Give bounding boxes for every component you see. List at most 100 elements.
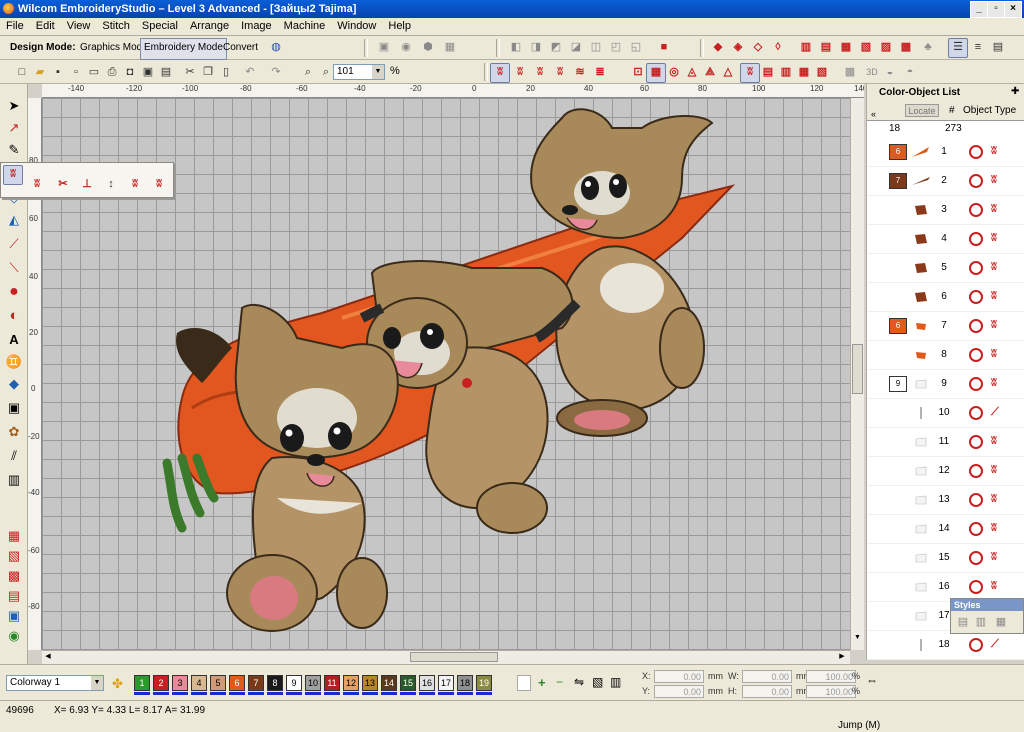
zoom-dropdown[interactable]: 101 ▼ — [333, 64, 385, 80]
menu-view[interactable]: View — [61, 18, 97, 35]
object-row[interactable]: 6 1 ʬ — [867, 137, 1024, 167]
print-icon[interactable]: ⎙ — [102, 63, 122, 83]
color-swatch[interactable]: 9 — [889, 376, 907, 392]
embroidery-mode-button[interactable]: Embroidery Mode — [140, 38, 227, 60]
paste-icon[interactable]: ▯ — [216, 63, 236, 83]
object-row[interactable]: 8ʬ — [867, 340, 1024, 370]
table-icon-4[interactable]: ▧ — [856, 38, 876, 58]
object-row[interactable]: 15 ʬ — [867, 543, 1024, 573]
menu-window[interactable]: Window — [331, 18, 382, 35]
stitch-icon-6[interactable]: ≣ — [590, 63, 610, 83]
list-view-icon[interactable]: ☰ — [948, 38, 968, 58]
color-blocks-icon[interactable]: ■ — [654, 38, 674, 58]
x-field[interactable]: 0.00 — [654, 670, 704, 683]
object-row[interactable]: 6ʬ — [867, 282, 1024, 312]
style-icon-3[interactable]: ▦ — [991, 613, 1011, 633]
add-color-icon[interactable]: + — [538, 675, 546, 690]
color-swatch[interactable]: 6 — [889, 144, 907, 160]
palette-color[interactable]: 6 — [229, 675, 245, 691]
stitch-density-icon[interactable]: ʬ — [149, 175, 169, 195]
applique-icon[interactable]: ▣ — [4, 398, 24, 418]
palette-icon[interactable]: ✤ — [112, 676, 123, 692]
palette-color[interactable]: 18 — [457, 675, 473, 691]
object-row[interactable]: 11 ʬ — [867, 427, 1024, 457]
grid-icon[interactable]: ▦ — [440, 38, 460, 58]
arrange-icon-6[interactable]: ◰ — [606, 38, 626, 58]
machine-view-icon[interactable]: ◓ — [900, 63, 920, 83]
menu-edit[interactable]: Edit — [30, 18, 61, 35]
pin-icon[interactable]: ✚ — [1011, 86, 1019, 97]
arrange-icon-5[interactable]: ◫ — [586, 38, 606, 58]
menu-machine[interactable]: Machine — [278, 18, 332, 35]
lock-proportions-icon[interactable]: ⇔ — [866, 673, 878, 687]
freehand-stitch-icon[interactable]: ʬ — [3, 165, 23, 185]
pen-icon[interactable]: ✎ — [4, 140, 24, 160]
scissors-icon[interactable]: ✂ — [53, 175, 73, 195]
new-file-icon[interactable]: □ — [12, 63, 32, 83]
hexagon-icon[interactable]: ⬢ — [418, 38, 438, 58]
thumbnail-view-icon[interactable]: ▤ — [988, 38, 1008, 58]
seq-icon-5[interactable]: ▣ — [4, 606, 24, 626]
style-icon-2[interactable]: ▥ — [971, 613, 991, 633]
object-row[interactable]: 13 ʬ — [867, 485, 1024, 515]
circle-tool-icon[interactable]: ● — [4, 282, 24, 302]
arrange-icon-2[interactable]: ◨ — [526, 38, 546, 58]
fill-icon-3[interactable]: ◇ — [748, 38, 768, 58]
sequin-icon[interactable]: ⫽ — [4, 446, 24, 466]
redo-icon[interactable]: ↷ — [266, 63, 286, 83]
close-button[interactable]: × — [1004, 1, 1022, 18]
motif-icon[interactable]: ✿ — [4, 422, 24, 442]
palette-color[interactable]: 19 — [476, 675, 492, 691]
outline-icon-2[interactable]: ▦ — [646, 63, 666, 83]
view-icon-6[interactable]: ▩ — [840, 63, 860, 83]
tree-icon[interactable]: ♣ — [918, 38, 938, 58]
menu-help[interactable]: Help — [382, 18, 417, 35]
scroll-thumb[interactable] — [852, 344, 863, 394]
object-row[interactable]: 4ʬ — [867, 224, 1024, 254]
palette-color[interactable]: 7 — [248, 675, 264, 691]
menu-file[interactable]: File — [0, 18, 30, 35]
color-list-icon[interactable]: ▥ — [610, 675, 621, 689]
menu-image[interactable]: Image — [235, 18, 278, 35]
object-row[interactable]: 3ʬ — [867, 195, 1024, 225]
palette-color[interactable]: 1 — [134, 675, 150, 691]
fill-icon-4[interactable]: ◊ — [768, 38, 788, 58]
fill-icon-2[interactable]: ◈ — [728, 38, 748, 58]
3d-view-icon[interactable]: 3D — [862, 63, 882, 83]
cut-icon[interactable]: ✂ — [180, 63, 200, 83]
view-icon-3[interactable]: ▥ — [776, 63, 796, 83]
save-icon[interactable]: ▪ — [48, 63, 68, 83]
fill-tool-icon[interactable]: ◭ — [4, 210, 24, 230]
arrange-icon-3[interactable]: ◩ — [546, 38, 566, 58]
outline-icon-1[interactable]: ⊡ — [628, 63, 648, 83]
table-icon-6[interactable]: ▩ — [896, 38, 916, 58]
seq-icon-3[interactable]: ▩ — [4, 566, 24, 586]
scroll-right-icon[interactable]: ▶ — [836, 652, 848, 663]
stitch-edit-icon[interactable]: ʬ — [27, 175, 47, 195]
table-icon-2[interactable]: ▤ — [816, 38, 836, 58]
split-stitch-icon[interactable]: ʬ — [125, 175, 145, 195]
object-row[interactable]: 12 ʬ — [867, 456, 1024, 486]
palette-empty-slot[interactable] — [517, 675, 531, 691]
seq-icon-1[interactable]: ▦ — [4, 526, 24, 546]
export-icon[interactable]: ▤ — [156, 63, 176, 83]
line-tool-icon[interactable]: ⟋ — [4, 234, 24, 254]
table-icon-3[interactable]: ▦ — [836, 38, 856, 58]
details-view-icon[interactable]: ≡ — [968, 38, 988, 58]
object-row[interactable]: 14 ʬ — [867, 514, 1024, 544]
palette-color[interactable]: 14 — [381, 675, 397, 691]
height-percent-field[interactable]: 100.00 — [806, 685, 856, 698]
palette-color[interactable]: 13 — [362, 675, 378, 691]
y-field[interactable]: 0.00 — [654, 685, 704, 698]
stitch-icon-1[interactable]: ʬ — [490, 63, 510, 83]
palette-color[interactable]: 12 — [343, 675, 359, 691]
stitch-icon-2[interactable]: ʬ — [510, 63, 530, 83]
outline-icon-3[interactable]: ◎ — [664, 63, 684, 83]
view-icon-5[interactable]: ▧ — [812, 63, 832, 83]
palette-color[interactable]: 11 — [324, 675, 340, 691]
height-field[interactable]: 0.00 — [742, 685, 792, 698]
palette-color[interactable]: 15 — [400, 675, 416, 691]
outline-icon-5[interactable]: ⟁ — [700, 63, 720, 83]
color-object-list[interactable]: 18 273 6 1 ʬ 7 2 ʬ 3 ʬ 4 ʬ 5 ʬ 6 ʬ 6 7 ʬ 8 ʬ 9 9 ʬ 10 ⟋ 11 ʬ 12 ʬ 13… — [867, 120, 1024, 660]
outline-icon-4[interactable]: ◬ — [682, 63, 702, 83]
